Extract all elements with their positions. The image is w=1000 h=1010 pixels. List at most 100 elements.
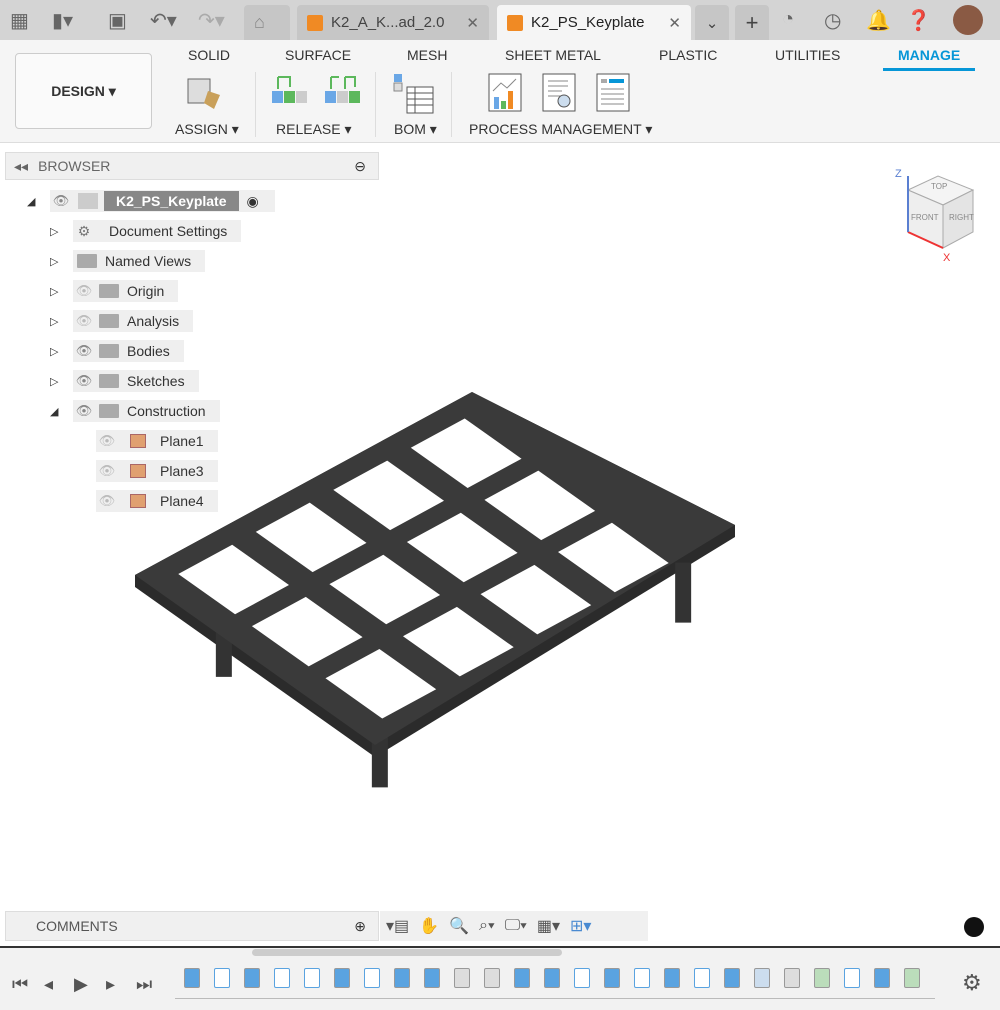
timeline-sketch-feature[interactable] xyxy=(274,968,290,988)
expand-toggle[interactable]: ▷ xyxy=(50,345,58,358)
browser-item-plane[interactable]: 👁 Plane1 xyxy=(96,430,218,452)
tab-manage[interactable]: MANAGE xyxy=(883,47,976,71)
report-chart-icon[interactable] xyxy=(488,73,524,113)
close-icon[interactable]: ✕ xyxy=(466,14,479,32)
apps-grid-icon[interactable]: ▦ xyxy=(10,8,29,33)
save-icon[interactable]: ▣ xyxy=(108,8,127,33)
browser-item-plane[interactable]: 👁 Plane3 xyxy=(96,460,218,482)
assign-icon[interactable] xyxy=(186,73,226,113)
bom-icon[interactable] xyxy=(393,73,435,115)
help-icon[interactable]: ❓ xyxy=(906,8,931,33)
new-tab-button[interactable]: + xyxy=(735,5,769,40)
avatar[interactable] xyxy=(953,5,983,35)
process-management-menu[interactable]: PROCESS MANAGEMENT ▾ xyxy=(469,121,652,138)
browser-root[interactable]: 👁 K2_PS_Keyplate ◉ xyxy=(50,190,275,212)
expand-toggle[interactable]: ▷ xyxy=(50,285,58,298)
visibility-hidden-icon[interactable]: 👁 xyxy=(73,313,95,329)
collapse-panel-icon[interactable]: ◂◂ xyxy=(14,158,28,175)
workspace-switcher[interactable]: DESIGN ▾ xyxy=(15,53,152,129)
tab-solid[interactable]: SOLID xyxy=(188,47,230,63)
step-forward-icon[interactable]: ▸ xyxy=(106,974,115,995)
notification-bell-icon[interactable]: 🔔 xyxy=(866,8,891,33)
orbit-menu-icon[interactable]: ▾▤ xyxy=(386,916,409,936)
browser-item[interactable]: 👁 Sketches xyxy=(73,370,199,392)
close-icon[interactable]: ✕ xyxy=(668,14,681,32)
tab-utilities[interactable]: UTILITIES xyxy=(775,47,840,63)
timeline-extrude-feature[interactable] xyxy=(604,968,620,988)
expand-toggle[interactable]: ◢ xyxy=(27,195,35,208)
horizontal-scrollbar[interactable] xyxy=(252,949,562,956)
play-icon[interactable]: ▶ xyxy=(74,974,88,995)
assign-menu[interactable]: ASSIGN ▾ xyxy=(175,121,239,138)
timeline-extrude-feature[interactable] xyxy=(664,968,680,988)
timeline-sketch-feature[interactable] xyxy=(304,968,320,988)
tab-sheet-metal[interactable]: SHEET METAL xyxy=(505,47,601,63)
undo-icon[interactable]: ↶▾ xyxy=(150,8,177,33)
expand-toggle[interactable]: ◢ xyxy=(50,405,58,418)
timeline-delete-feature[interactable] xyxy=(754,968,770,988)
visibility-eye-icon[interactable]: 👁 xyxy=(73,403,95,419)
release-multiple-icon[interactable] xyxy=(323,73,363,109)
tab-surface[interactable]: SURFACE xyxy=(285,47,351,63)
file-icon[interactable]: ▮▾ xyxy=(52,8,73,33)
go-to-end-icon[interactable]: ⏭ xyxy=(136,974,152,995)
timeline-sketch-feature[interactable] xyxy=(634,968,650,988)
bom-menu[interactable]: BOM ▾ xyxy=(394,121,437,138)
tab-document-2[interactable]: K2_PS_Keyplate ✕ xyxy=(497,5,691,40)
tab-overflow-button[interactable]: ⌄ xyxy=(695,5,729,40)
timeline-extrude-feature[interactable] xyxy=(334,968,350,988)
visibility-eye-icon[interactable]: 👁 xyxy=(73,373,95,389)
visibility-eye-icon[interactable]: 👁 xyxy=(50,193,72,209)
release-menu[interactable]: RELEASE ▾ xyxy=(276,121,352,138)
timeline-sketch-feature[interactable] xyxy=(574,968,590,988)
timeline-plane-feature[interactable] xyxy=(814,968,830,988)
display-settings-icon[interactable]: 🖵▾ xyxy=(505,917,527,935)
timeline-extrude-feature[interactable] xyxy=(244,968,260,988)
expand-toggle[interactable]: ▷ xyxy=(50,225,58,238)
timeline-plane-feature[interactable] xyxy=(904,968,920,988)
settings-gear-icon[interactable]: ⚙ xyxy=(962,970,982,996)
activate-radio[interactable]: ◉ xyxy=(247,193,259,210)
timeline-sketch-feature[interactable] xyxy=(364,968,380,988)
timeline-chamfer-feature[interactable] xyxy=(454,968,470,988)
timeline-extrude-feature[interactable] xyxy=(874,968,890,988)
zoom-icon[interactable]: 🔍 xyxy=(449,916,469,936)
visibility-hidden-icon[interactable]: 👁 xyxy=(96,493,118,509)
visibility-eye-icon[interactable]: 👁 xyxy=(73,343,95,359)
timeline-sketch-feature[interactable] xyxy=(844,968,860,988)
zoom-fit-icon[interactable]: ⌕▾ xyxy=(479,917,495,935)
home-tab[interactable]: ⌂ xyxy=(244,5,290,40)
timeline-fillet-feature[interactable] xyxy=(484,968,500,988)
minimize-icon[interactable]: ⊖ xyxy=(354,158,366,175)
go-to-start-icon[interactable]: ⏮ xyxy=(12,974,28,995)
timeline-extrude-feature[interactable] xyxy=(394,968,410,988)
browser-item[interactable]: Named Views xyxy=(73,250,206,272)
timeline-extrude-feature[interactable] xyxy=(184,968,200,988)
timeline-fillet-feature[interactable] xyxy=(784,968,800,988)
tab-plastic[interactable]: PLASTIC xyxy=(659,47,717,63)
expand-toggle[interactable]: ▷ xyxy=(50,375,58,388)
viewports-icon[interactable]: ⊞▾ xyxy=(570,916,591,936)
sync-icon[interactable]: ◔ xyxy=(782,8,794,31)
timeline-extrude-feature[interactable] xyxy=(514,968,530,988)
tab-mesh[interactable]: MESH xyxy=(407,47,447,63)
job-status-icon[interactable]: ◷ xyxy=(824,8,841,33)
timeline-sketch-feature[interactable] xyxy=(214,968,230,988)
visibility-hidden-icon[interactable]: 👁 xyxy=(96,433,118,449)
browser-item[interactable]: ⚙ Document Settings xyxy=(73,220,242,242)
browser-item[interactable]: 👁 Origin xyxy=(73,280,179,302)
visibility-hidden-icon[interactable]: 👁 xyxy=(73,283,95,299)
timeline-sketch-feature[interactable] xyxy=(694,968,710,988)
step-back-icon[interactable]: ◂ xyxy=(44,974,53,995)
grid-settings-icon[interactable]: ▦▾ xyxy=(537,916,560,936)
report-inspect-icon[interactable] xyxy=(542,73,578,113)
tab-document-1[interactable]: K2_A_K...ad_2.0 ✕ xyxy=(297,5,489,40)
redo-icon[interactable]: ↷▾ xyxy=(198,8,225,33)
timeline-extrude-feature[interactable] xyxy=(544,968,560,988)
add-comment-icon[interactable]: ⊕ xyxy=(354,918,366,935)
release-icon[interactable] xyxy=(270,73,310,109)
visibility-hidden-icon[interactable]: 👁 xyxy=(96,463,118,479)
viewcube[interactable]: TOP FRONT RIGHT Z X xyxy=(893,168,983,268)
expand-toggle[interactable]: ▷ xyxy=(50,255,58,268)
browser-item[interactable]: 👁 Construction xyxy=(73,400,220,422)
